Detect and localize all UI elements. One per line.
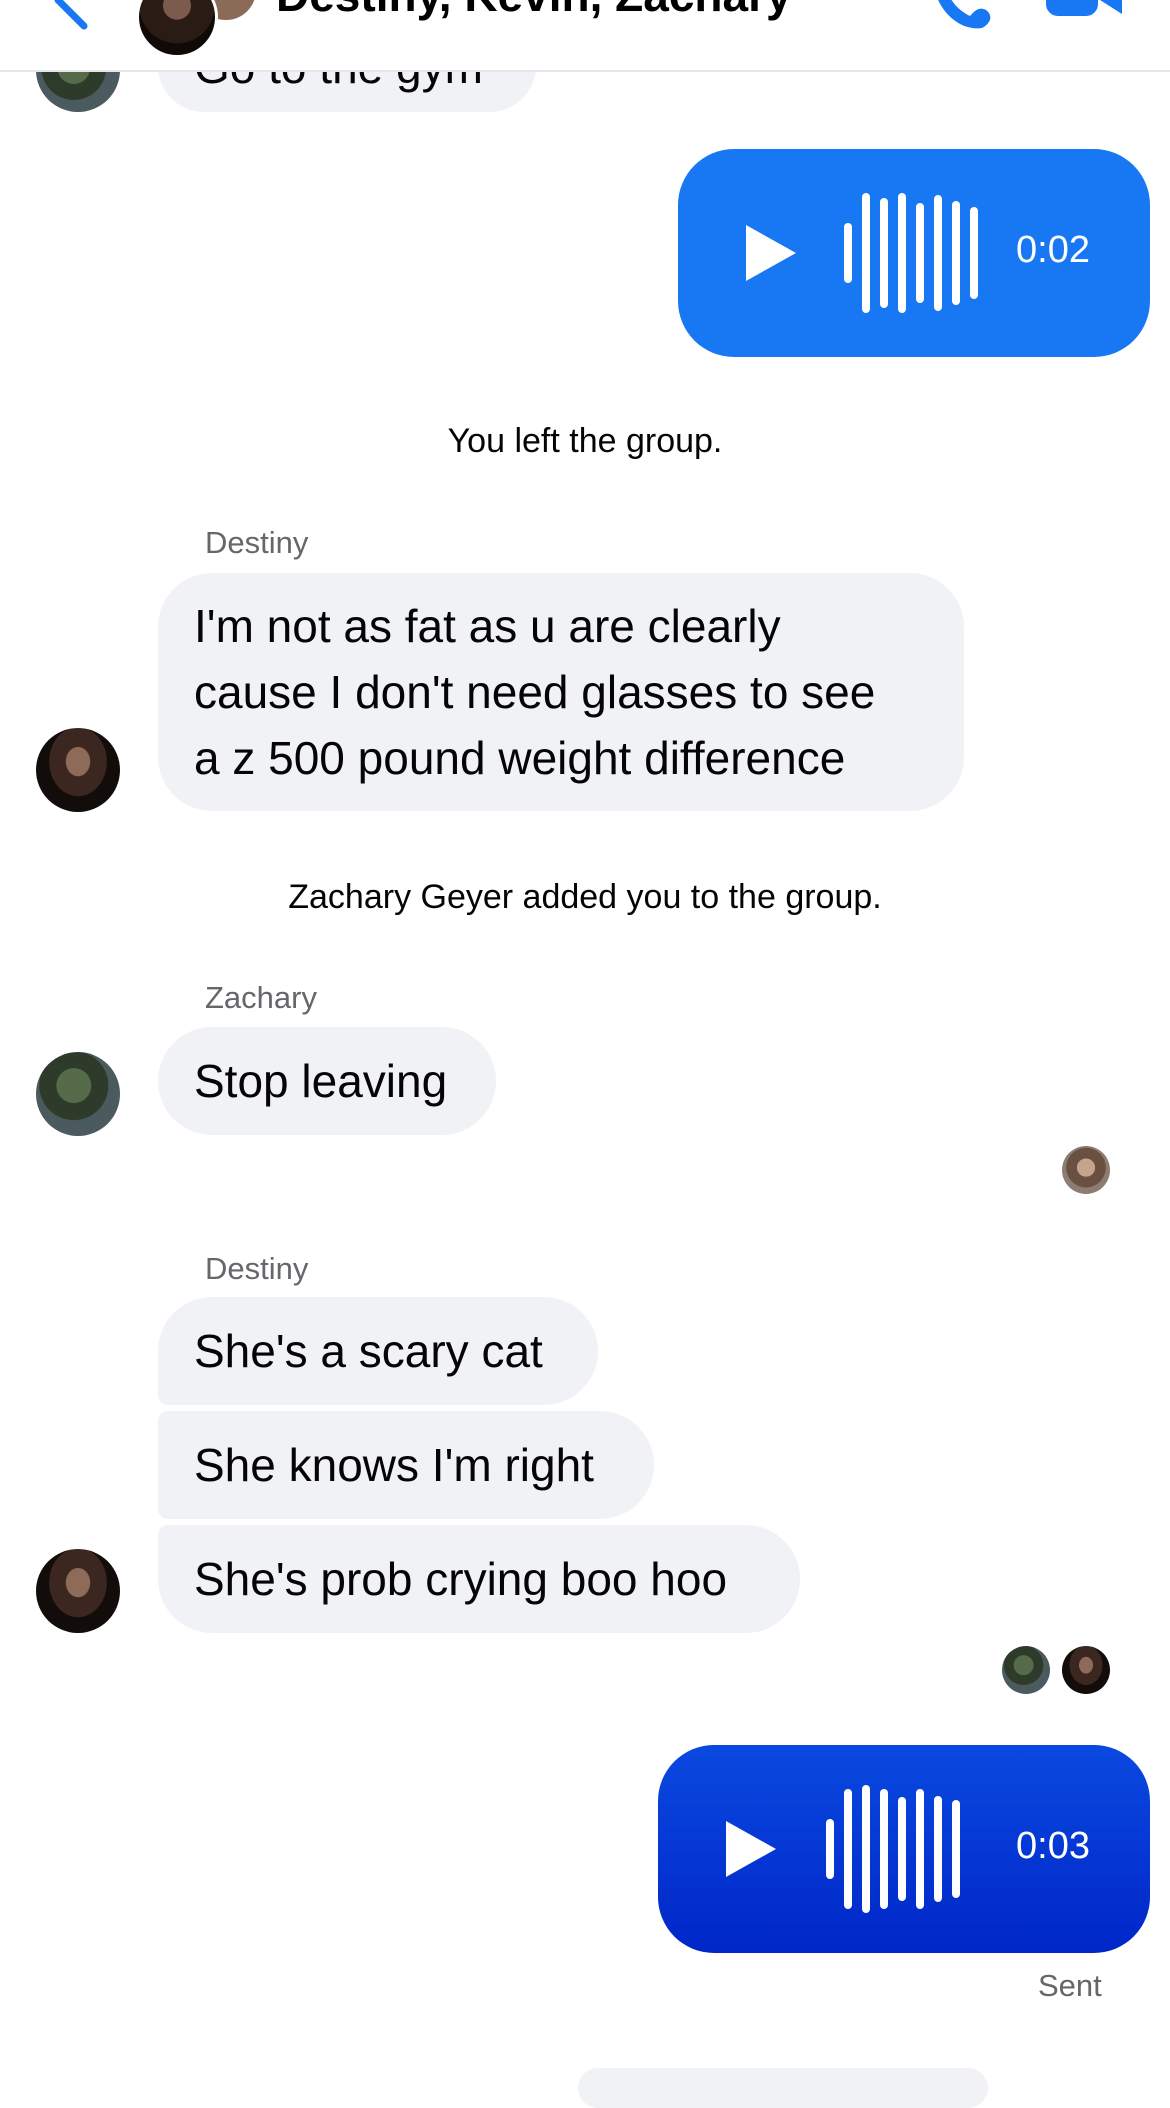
waveform-icon <box>826 1785 970 1913</box>
message-bubble[interactable]: She's a scary cat <box>158 1297 598 1405</box>
message-line: a z 500 pound weight difference <box>194 732 846 784</box>
play-icon[interactable] <box>726 1821 776 1877</box>
system-message: You left the group. <box>447 422 723 460</box>
audio-duration: 0:03 <box>1016 1825 1090 1867</box>
message-bubble-partial[interactable] <box>578 2068 988 2108</box>
message-text: She's prob crying boo hoo <box>194 1553 728 1605</box>
back-chevron-icon[interactable] <box>40 0 100 30</box>
audio-message-2[interactable]: 0:03 <box>658 1745 1150 1953</box>
sender-name: Zachary <box>205 980 317 1015</box>
play-icon[interactable] <box>746 225 796 281</box>
message-bubble[interactable]: I'm not as fat as u are clearly cause I … <box>158 573 964 811</box>
chat-header: Destiny, Kevin, Zachary <box>0 0 1170 72</box>
system-message: Zachary Geyer added you to the group. <box>288 878 882 916</box>
message-text: She's a scary cat <box>194 1325 543 1377</box>
message-text: She knows I'm right <box>194 1439 594 1491</box>
read-receipt-avatar <box>1062 1646 1110 1694</box>
avatar-destiny[interactable] <box>36 1549 120 1633</box>
read-receipt-avatar <box>1002 1646 1050 1694</box>
video-camera-icon[interactable] <box>1044 0 1124 20</box>
chat-title[interactable]: Destiny, Kevin, Zachary <box>276 0 792 22</box>
message-line: cause I don't need glasses to see <box>194 666 876 718</box>
read-receipt-avatar <box>1062 1146 1110 1194</box>
message-text: Stop leaving <box>194 1055 448 1107</box>
waveform-icon <box>844 193 988 313</box>
group-avatar[interactable] <box>136 0 218 58</box>
message-line: I'm not as fat as u are clearly <box>194 600 781 652</box>
message-bubble[interactable]: She's prob crying boo hoo <box>158 1525 800 1633</box>
message-bubble[interactable]: She knows I'm right <box>158 1411 654 1519</box>
message-bubble[interactable]: Stop leaving <box>158 1027 496 1135</box>
avatar-zachary[interactable] <box>36 1052 120 1136</box>
sender-name: Destiny <box>205 1251 309 1286</box>
phone-icon[interactable] <box>924 0 994 30</box>
audio-duration: 0:02 <box>1016 229 1090 271</box>
audio-message-1[interactable]: 0:02 <box>678 149 1150 357</box>
message-status: Sent <box>1038 1968 1102 2003</box>
avatar-destiny[interactable] <box>36 728 120 812</box>
sender-name: Destiny <box>205 525 309 560</box>
